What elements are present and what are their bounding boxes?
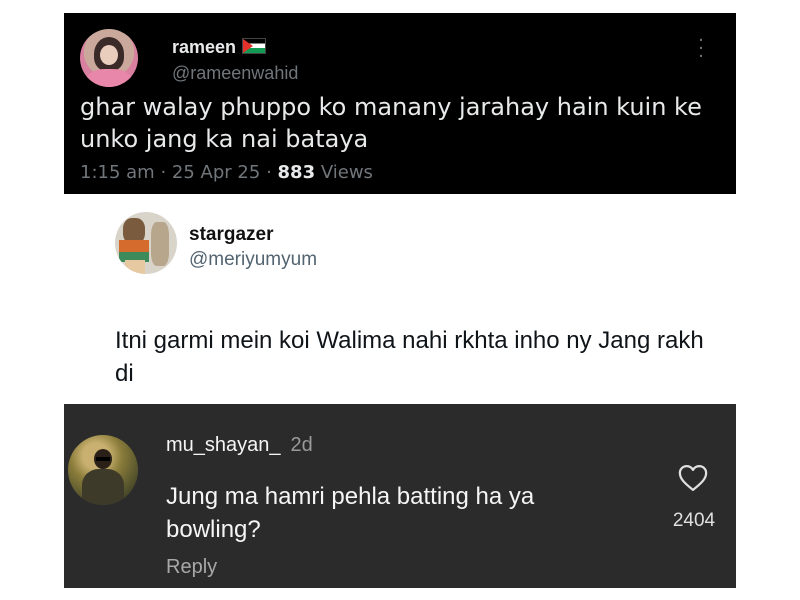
avatar-face	[100, 45, 118, 65]
more-options-icon[interactable]: · · ·	[694, 32, 708, 66]
avatar[interactable]	[115, 212, 177, 274]
avatar[interactable]	[80, 29, 138, 87]
avatar[interactable]	[68, 435, 138, 505]
comment-card[interactable]: mu_shayan_ 2d Jung ma hamri pehla batting…	[64, 404, 736, 588]
tweet-date[interactable]: 25 Apr 25	[172, 162, 260, 183]
meta-separator: ·	[266, 162, 272, 183]
heart-icon[interactable]	[678, 464, 708, 492]
comment-age: 2d	[290, 434, 313, 456]
comment-username[interactable]: mu_shayan_	[166, 434, 281, 456]
display-name[interactable]: stargazer	[189, 224, 274, 246]
tweet-card-rameen[interactable]: rameen @rameenwahid · · · ghar walay phupp…	[64, 13, 736, 194]
display-name-text: rameen	[172, 37, 237, 57]
tweet-text: Itni garmi mein koi Walima nahi rkhta in…	[115, 327, 704, 387]
reply-button[interactable]: Reply	[166, 556, 217, 579]
meta-separator: ·	[160, 162, 167, 183]
tweet-meta: 1:15 am · 25 Apr 25 · 883 Views	[80, 162, 373, 183]
user-handle[interactable]: @meriyumyum	[189, 249, 317, 271]
avatar-body	[82, 469, 124, 505]
user-handle[interactable]: @rameenwahid	[172, 63, 298, 84]
avatar-sunglasses	[96, 457, 110, 461]
tweet-text: ghar walay phuppo ko manany jarahay hain…	[80, 93, 702, 153]
comment-text: Jung ma hamri pehla batting ha ya bowlin…	[166, 483, 535, 543]
avatar-detail	[151, 222, 169, 266]
display-name[interactable]: rameen	[172, 37, 267, 58]
views-count: 883	[277, 162, 316, 183]
comment-header: mu_shayan_ 2d	[166, 434, 313, 457]
tweet-time[interactable]: 1:15 am	[80, 162, 155, 183]
palestine-flag-icon	[242, 38, 267, 54]
like-count: 2404	[672, 510, 716, 531]
avatar-body	[86, 69, 132, 87]
tweet-card-stargazer[interactable]: stargazer @meriyumyum Itni garmi mein ko…	[64, 194, 736, 404]
views-label: Views	[320, 162, 373, 183]
avatar-detail	[125, 260, 145, 274]
